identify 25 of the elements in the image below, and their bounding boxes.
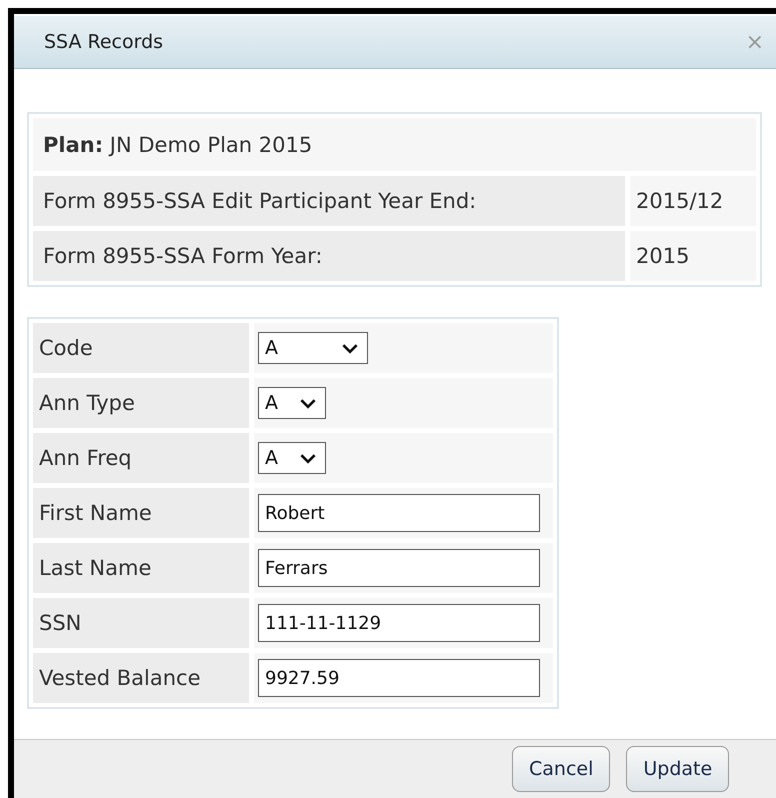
field-label: Ann Type xyxy=(33,378,249,428)
dropdown[interactable]: A xyxy=(258,442,326,474)
info-label: Form 8955-SSA Form Year: xyxy=(33,231,625,281)
field-label: Last Name xyxy=(33,543,249,593)
dialog-button[interactable]: Cancel xyxy=(512,746,610,792)
input-field[interactable]: Robert xyxy=(258,494,540,532)
field-label: First Name xyxy=(33,488,249,538)
dialog-button[interactable]: Update xyxy=(626,746,730,792)
dropdown[interactable]: A xyxy=(258,332,368,364)
field-label: Ann Freq xyxy=(33,433,249,483)
input-field[interactable]: 111-11-1129 xyxy=(258,604,540,642)
field-label: SSN xyxy=(33,598,249,648)
field-label: Vested Balance xyxy=(33,653,249,703)
info-value: 2015/12 xyxy=(630,176,756,226)
info-label: Form 8955-SSA Edit Participant Year End: xyxy=(33,176,625,226)
input-field[interactable]: Ferrars xyxy=(258,549,540,587)
chevron-icon xyxy=(299,398,317,408)
dropdown[interactable]: A xyxy=(258,387,326,419)
input-field[interactable]: 9927.59 xyxy=(258,659,540,697)
chevron-icon xyxy=(299,452,317,464)
field-label: Code xyxy=(33,323,249,373)
window-title: SSA Records xyxy=(44,31,164,53)
chevron-icon xyxy=(341,342,359,354)
info-value: 2015 xyxy=(630,231,756,281)
plan-text: Plan: JN Demo Plan 2015 xyxy=(43,132,312,156)
